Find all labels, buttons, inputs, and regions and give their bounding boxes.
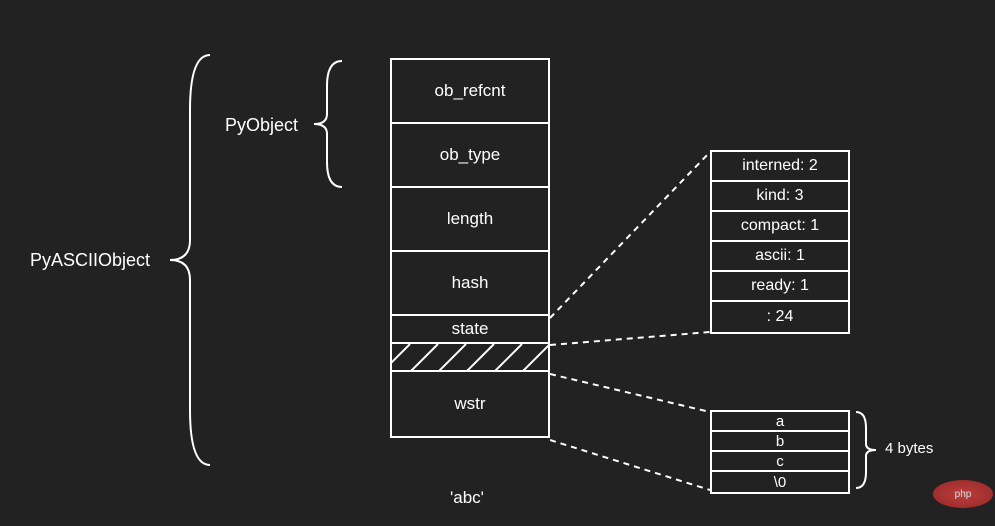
field-ob-refcnt: ob_refcnt — [392, 60, 548, 124]
state-compact: compact: 1 — [712, 212, 848, 242]
byte-3: \0 — [712, 472, 848, 492]
state-ready: ready: 1 — [712, 272, 848, 302]
bytes-table: a b c \0 — [710, 410, 850, 494]
brace-inner-icon — [302, 56, 352, 192]
field-hash: hash — [392, 252, 548, 316]
hatch-pattern-icon — [392, 344, 548, 372]
state-table: interned: 2 kind: 3 compact: 1 ascii: 1 … — [710, 150, 850, 334]
state-padding: : 24 — [712, 302, 848, 332]
byte-0: a — [712, 412, 848, 432]
brace-bytes-icon — [852, 408, 882, 492]
byte-1: b — [712, 432, 848, 452]
diagram-container: PyASCIIObject PyObject ob_refcnt ob_type… — [0, 0, 995, 526]
brace-outer-icon — [160, 50, 220, 470]
state-kind: kind: 3 — [712, 182, 848, 212]
struct-table: ob_refcnt ob_type length hash state wstr — [390, 58, 550, 438]
struct-footer-label: 'abc' — [450, 488, 484, 508]
state-ascii: ascii: 1 — [712, 242, 848, 272]
state-interned: interned: 2 — [712, 152, 848, 182]
watermark-text: php — [955, 489, 972, 500]
field-padding — [392, 344, 548, 372]
field-length: length — [392, 188, 548, 252]
field-state: state — [392, 316, 548, 344]
field-wstr: wstr — [392, 372, 548, 436]
byte-2: c — [712, 452, 848, 472]
outer-struct-label: PyASCIIObject — [30, 250, 150, 271]
inner-struct-label: PyObject — [225, 115, 298, 136]
connector-state-icon — [550, 150, 715, 350]
watermark-badge: php — [933, 480, 993, 508]
connector-bytes-icon — [550, 370, 715, 500]
field-ob-type: ob_type — [392, 124, 548, 188]
bytes-size-label: 4 bytes — [885, 440, 933, 457]
